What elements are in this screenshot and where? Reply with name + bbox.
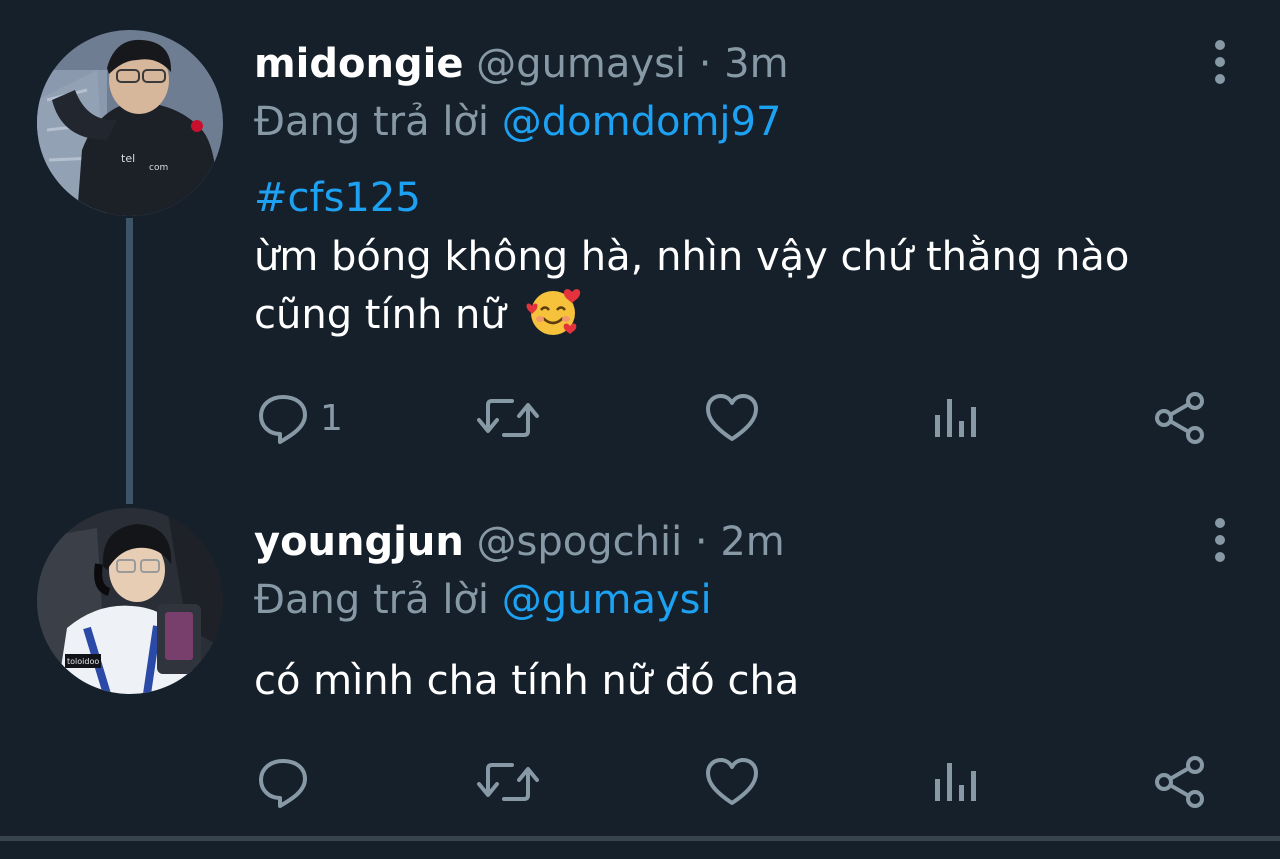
separator-dot: ·	[694, 519, 708, 565]
tweet-text: có mình cha tính nữ đó cha	[254, 652, 1234, 710]
retweet-button[interactable]	[476, 752, 540, 812]
tweet-content: midongie @gumaysi · 3m Đang trả lời @dom…	[254, 36, 1280, 354]
user-handle[interactable]: @spogchii	[477, 519, 683, 565]
share-icon	[1155, 392, 1204, 444]
heart-icon	[706, 758, 758, 805]
svg-text:toloidoo: toloidoo	[67, 657, 99, 666]
user-handle[interactable]: @gumaysi	[476, 41, 686, 87]
tweet-header: youngjun @spogchii · 2m	[254, 514, 1280, 570]
timeline: tel com midongie @gumaysi · 3m Đang trả …	[0, 0, 1280, 859]
bottom-strip	[0, 841, 1280, 859]
tweet[interactable]: tel com midongie @gumaysi · 3m Đang trả …	[0, 0, 1280, 504]
retweet-button[interactable]	[476, 388, 540, 448]
hashtag-link[interactable]: #cfs125	[254, 168, 1280, 228]
tweet-text: ừm bóng không hà, nhìn vậy chứ thằng nào…	[254, 228, 1234, 354]
tweet-actions: 1	[254, 388, 1214, 448]
tweet-text-line: có mình cha tính nữ đó cha	[254, 658, 800, 704]
heart-icon	[706, 394, 758, 441]
analytics-icon	[935, 763, 976, 801]
tweet-text-line: cũng tính nữ	[254, 286, 1234, 354]
analytics-button[interactable]	[930, 388, 980, 448]
avatar[interactable]: tel com	[37, 30, 223, 216]
retweet-icon	[477, 763, 539, 801]
replying-to: Đang trả lời @gumaysi	[254, 570, 1280, 630]
reply-mention[interactable]: @gumaysi	[502, 577, 712, 623]
reply-mention[interactable]: @domdomj97	[502, 99, 782, 145]
reply-icon	[259, 395, 307, 444]
replying-to-label: Đang trả lời	[254, 577, 490, 623]
reply-button[interactable]	[256, 752, 320, 812]
more-options-button[interactable]	[1208, 40, 1232, 90]
tweet-content: youngjun @spogchii · 2m Đang trả lời @gu…	[254, 514, 1280, 710]
analytics-icon	[935, 399, 976, 437]
tweet[interactable]: toloidoo youngjun @spogchii · 2m Đang tr…	[0, 500, 1280, 835]
display-name[interactable]: youngjun	[254, 519, 464, 565]
like-button[interactable]	[704, 752, 760, 812]
timestamp[interactable]: 3m	[724, 41, 788, 87]
smiling-face-with-hearts-icon	[526, 286, 582, 354]
like-button[interactable]	[704, 388, 760, 448]
thread-line	[126, 218, 133, 504]
more-vertical-icon	[1215, 518, 1225, 528]
tweet-text-line: ừm bóng không hà, nhìn vậy chứ thằng nào	[254, 234, 1130, 280]
replying-to: Đang trả lời @domdomj97	[254, 92, 1280, 152]
tweet-text-fragment: cũng tính nữ	[254, 292, 506, 338]
replying-to-label: Đang trả lời	[254, 99, 490, 145]
more-options-button[interactable]	[1208, 518, 1232, 568]
share-button[interactable]	[1152, 388, 1208, 448]
more-vertical-icon	[1215, 40, 1225, 50]
avatar[interactable]: toloidoo	[37, 508, 223, 694]
svg-text:com: com	[149, 163, 168, 173]
analytics-button[interactable]	[930, 752, 980, 812]
share-button[interactable]	[1152, 752, 1208, 812]
separator-dot: ·	[698, 41, 712, 87]
display-name[interactable]: midongie	[254, 41, 463, 87]
reply-icon	[259, 759, 307, 808]
timestamp[interactable]: 2m	[720, 519, 784, 565]
retweet-icon	[477, 399, 539, 437]
tweet-actions	[254, 752, 1214, 812]
tweet-header: midongie @gumaysi · 3m	[254, 36, 1280, 92]
reply-count: 1	[320, 397, 343, 439]
svg-text:tel: tel	[121, 152, 135, 165]
reply-button[interactable]: 1	[256, 388, 343, 448]
share-icon	[1155, 756, 1204, 808]
